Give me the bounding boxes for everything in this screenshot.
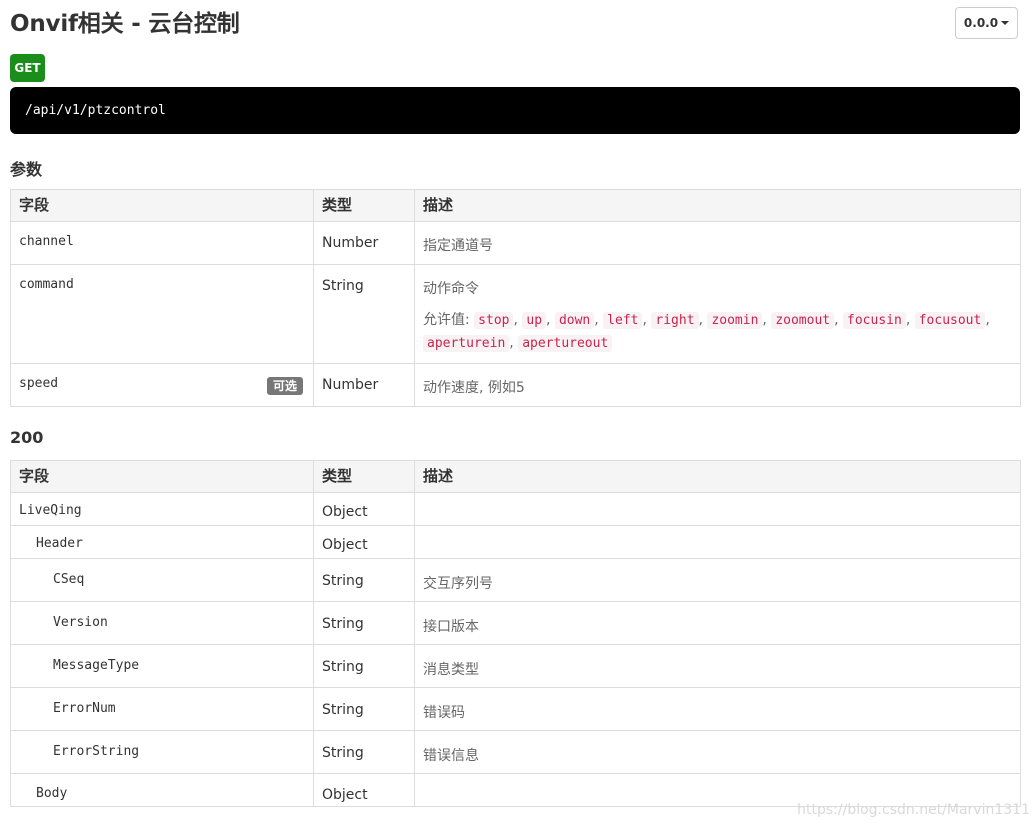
allowed-label: 允许值:	[423, 312, 470, 328]
allowed-value: apertureout	[518, 335, 613, 352]
allowed-value: focusout	[914, 312, 986, 329]
param-field: command	[10, 264, 314, 364]
allowed-value: zoomin	[707, 312, 763, 329]
allowed-value: aperturein	[423, 335, 510, 352]
header-field: 字段	[10, 189, 314, 222]
table-row: ErrorNum String 错误码	[10, 687, 1021, 731]
response-field: CSeq	[10, 558, 314, 602]
response-table: 字段 类型 描述 LiveQing Object Header Object C…	[10, 460, 1021, 807]
header-type: 类型	[313, 189, 415, 222]
allowed-value: focusin	[843, 312, 906, 329]
http-method-badge: GET	[10, 54, 45, 82]
allowed-value: zoomout	[771, 312, 835, 329]
header-field: 字段	[10, 460, 314, 493]
response-desc	[414, 492, 1021, 526]
response-type: String	[313, 558, 415, 602]
version-dropdown-button[interactable]: 0.0.0	[955, 7, 1018, 39]
response-desc: 错误码	[414, 687, 1021, 731]
header-type: 类型	[313, 460, 415, 493]
response-type: Object	[313, 492, 415, 526]
response-type: Object	[313, 773, 415, 807]
table-row: command String 动作命令 允许值: stop, up, down,…	[10, 264, 1021, 364]
header-desc: 描述	[414, 189, 1021, 222]
table-row: speed 可选 Number 动作速度, 例如5	[10, 363, 1021, 407]
version-label: 0.0.0	[963, 16, 999, 30]
allowed-value: up	[522, 312, 547, 329]
response-field: ErrorString	[10, 730, 314, 774]
param-field: speed 可选	[10, 363, 314, 407]
table-row: ErrorString String 错误信息	[10, 730, 1021, 774]
param-desc: 动作命令 允许值: stop, up, down, left, right, z…	[414, 264, 1021, 364]
table-row: LiveQing Object	[10, 492, 1021, 526]
caret-down-icon	[1001, 21, 1010, 25]
param-desc-text: 动作命令	[423, 281, 479, 297]
header-desc: 描述	[414, 460, 1021, 493]
response-type: String	[313, 644, 415, 688]
params-section-title: 参数	[10, 160, 43, 179]
params-table: 字段 类型 描述 channel Number 指定通道号 command St…	[10, 189, 1021, 407]
table-row: Header Object	[10, 525, 1021, 559]
response-field: Header	[10, 525, 314, 559]
table-row: Version String 接口版本	[10, 601, 1021, 645]
response-section-title: 200	[10, 428, 44, 447]
response-type: String	[313, 730, 415, 774]
allowed-values: 允许值: stop, up, down, left, right, zoomin…	[423, 312, 990, 352]
param-desc: 动作速度, 例如5	[414, 363, 1021, 407]
params-header-row: 字段 类型 描述	[10, 189, 1021, 222]
table-row: MessageType String 消息类型	[10, 644, 1021, 688]
optional-badge: 可选	[266, 377, 303, 395]
response-type: String	[313, 601, 415, 645]
response-type: String	[313, 687, 415, 731]
response-field: ErrorNum	[10, 687, 314, 731]
response-desc: 消息类型	[414, 644, 1021, 688]
response-desc	[414, 525, 1021, 559]
param-field: channel	[10, 221, 314, 265]
allowed-value: right	[651, 312, 699, 329]
allowed-value: left	[603, 312, 643, 329]
response-desc: 错误信息	[414, 730, 1021, 774]
response-type: Object	[313, 525, 415, 559]
param-type: Number	[313, 221, 415, 265]
param-desc: 指定通道号	[414, 221, 1021, 265]
response-field: Body	[10, 773, 314, 807]
response-desc: 交互序列号	[414, 558, 1021, 602]
allowed-value: down	[554, 312, 595, 329]
param-field-name: speed	[19, 376, 59, 391]
param-type: Number	[313, 363, 415, 407]
table-row: channel Number 指定通道号	[10, 221, 1021, 265]
response-field: MessageType	[10, 644, 314, 688]
response-header-row: 字段 类型 描述	[10, 460, 1021, 493]
response-desc: 接口版本	[414, 601, 1021, 645]
allowed-value: stop	[474, 312, 514, 329]
watermark: https://blog.csdn.net/Marvin1311	[797, 802, 1030, 818]
response-field: LiveQing	[10, 492, 314, 526]
response-field: Version	[10, 601, 314, 645]
endpoint-path: /api/v1/ptzcontrol	[10, 87, 1020, 134]
param-type: String	[313, 264, 415, 364]
table-row: CSeq String 交互序列号	[10, 558, 1021, 602]
page-title: Onvif相关 - 云台控制	[10, 11, 240, 37]
